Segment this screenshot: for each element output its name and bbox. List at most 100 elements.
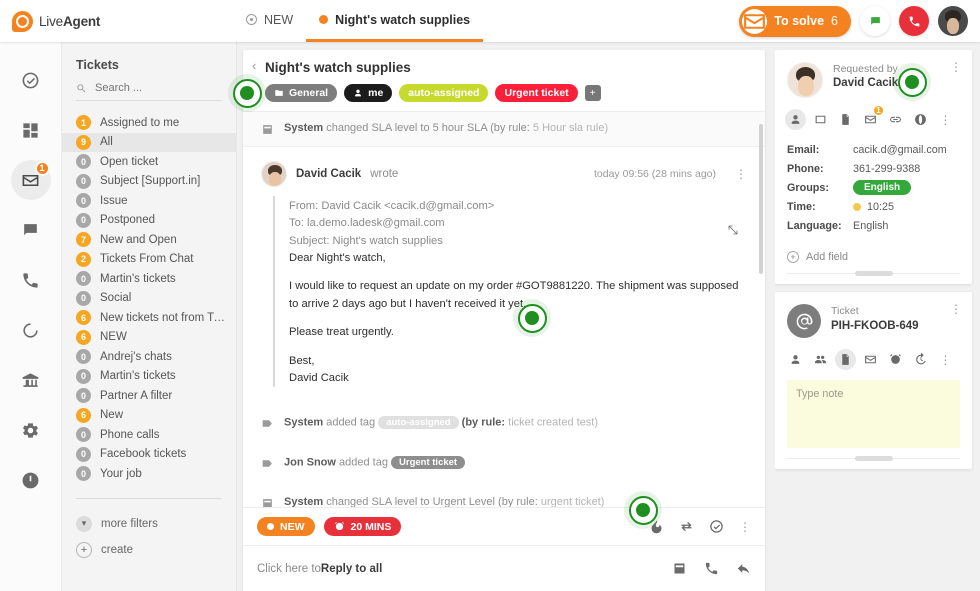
sidebar-item-label: Partner A filter	[100, 389, 173, 402]
more-vertical-icon[interactable]: ⋮	[739, 521, 751, 533]
status-badge[interactable]: NEW	[257, 517, 315, 536]
sidebar-item-open-ticket[interactable]: 0 Open ticket	[62, 152, 236, 172]
sidebar-item-label: Open ticket	[100, 155, 159, 168]
rail-item-check-circle[interactable]	[11, 60, 51, 100]
at-sign-icon	[787, 304, 821, 338]
rail-item-settings[interactable]	[11, 410, 51, 450]
sidebar-item-new-tickets-not-from-twitter[interactable]: 6 New tickets not from Twi...	[62, 308, 236, 328]
rail-item-tickets[interactable]: 1	[10, 160, 51, 200]
note-input[interactable]: Type note	[787, 380, 960, 448]
contact-mail-tab[interactable]: 1	[860, 105, 884, 130]
create-filter-button[interactable]: + create	[62, 537, 236, 563]
sidebar-item-all[interactable]: 9 All	[62, 132, 236, 152]
rail-item-calls[interactable]	[11, 260, 51, 300]
contact-globe-tab[interactable]	[910, 109, 931, 130]
tag-urgent-label: Urgent ticket	[504, 87, 569, 99]
message-signature-name: David Cacik	[289, 371, 349, 384]
sidebar-search[interactable]	[76, 82, 222, 101]
ticket-history-tab[interactable]	[910, 349, 931, 370]
sidebar-item-martins-tickets-1[interactable]: 0 Martin's tickets	[62, 269, 236, 289]
contact-window-tab[interactable]	[810, 109, 831, 130]
contact-files-tab[interactable]	[835, 109, 856, 130]
search-input[interactable]	[95, 82, 222, 94]
app-logo[interactable]: LiveAgent	[0, 10, 215, 32]
sidebar-item-new[interactable]: 6 New	[62, 406, 236, 426]
event-text: added tag	[326, 416, 376, 429]
rail-item-dashboard[interactable]	[11, 110, 51, 150]
sidebar-item-phone-calls[interactable]: 0 Phone calls	[62, 425, 236, 445]
count-badge: 0	[76, 368, 91, 384]
add-field-button[interactable]: + Add field	[787, 251, 960, 263]
tag-assignee-me[interactable]: me	[344, 84, 393, 102]
phone-icon	[23, 272, 38, 288]
tag-icon	[262, 460, 272, 467]
sidebar-item-martins-tickets-2[interactable]: 0 Martin's tickets	[62, 367, 236, 387]
note-icon[interactable]	[672, 561, 687, 576]
fire-icon[interactable]	[649, 519, 664, 534]
sidebar-item-social[interactable]: 0 Social	[62, 289, 236, 309]
count-badge: 0	[76, 212, 91, 228]
right-panel: Requested by David Cacik ⋮ 1 ⋮ Email: ca…	[775, 42, 980, 591]
phone-icon[interactable]	[704, 561, 719, 576]
sidebar-item-assigned-to-me[interactable]: 1 Assigned to me	[62, 113, 236, 133]
reply-arrow-icon[interactable]	[736, 561, 751, 576]
sidebar-item-facebook-tickets[interactable]: 0 Facebook tickets	[62, 445, 236, 465]
requested-by-label: Requested by	[833, 63, 898, 75]
more-filters-button[interactable]: ▾ more filters	[62, 511, 236, 537]
tag-general[interactable]: General	[265, 84, 338, 102]
ticket-mail-tab[interactable]	[860, 349, 881, 370]
tag-auto-assigned[interactable]: auto-assigned	[399, 84, 489, 102]
group-badge[interactable]: English	[853, 180, 912, 195]
contact-more-tab[interactable]: ⋮	[935, 109, 956, 130]
sidebar-item-your-job[interactable]: 0 Your job	[62, 464, 236, 484]
message-more-icon[interactable]: ⋮	[725, 168, 747, 180]
to-solve-button[interactable]: To solve 6	[739, 5, 851, 37]
user-avatar[interactable]	[938, 6, 968, 36]
ticket-card-resize-handle[interactable]	[787, 458, 960, 459]
sidebar-item-new-and-open[interactable]: 7 New and Open	[62, 230, 236, 250]
system-event-sla-top: System changed SLA level to 5 hour SLA (…	[243, 112, 765, 147]
resolve-check-icon[interactable]	[709, 519, 724, 534]
tab-nights-watch-supplies[interactable]: Night's watch supplies	[306, 0, 484, 42]
rail-item-power[interactable]	[11, 460, 51, 500]
ticket-alarm-tab[interactable]	[885, 349, 906, 370]
sidebar-item-tickets-from-chat[interactable]: 2 Tickets From Chat	[62, 250, 236, 270]
rail-item-chats[interactable]	[11, 210, 51, 250]
tab-new[interactable]: NEW	[233, 0, 306, 42]
add-tag-button[interactable]: +	[584, 85, 601, 101]
reply-prefix: Click here to	[257, 562, 321, 575]
ticket-more-tab[interactable]: ⋮	[935, 349, 956, 370]
sidebar-item-postponed[interactable]: 0 Postponed	[62, 211, 236, 231]
tag-urgent-ticket[interactable]: Urgent ticket	[495, 84, 578, 102]
contact-link-tab[interactable]	[885, 109, 906, 130]
rail-item-status[interactable]	[11, 310, 51, 350]
sidebar-item-andrejs-chats[interactable]: 0 Andrej's chats	[62, 347, 236, 367]
sidebar-item-issue[interactable]: 0 Issue	[62, 191, 236, 211]
ticket-card: Ticket PIH-FKOOB-649 ⋮ ⋮ Type note	[775, 292, 972, 469]
expand-message-icon[interactable]	[727, 224, 739, 242]
sidebar-item-new-uppercase[interactable]: 6 NEW	[62, 328, 236, 348]
rail-badge-tickets: 1	[34, 161, 50, 176]
sidebar-item-partner-a-filter[interactable]: 0 Partner A filter	[62, 386, 236, 406]
count-badge: 6	[76, 329, 91, 345]
system-event-sla-urgent: System changed SLA level to Urgent Level…	[243, 483, 765, 507]
transfer-icon[interactable]	[679, 519, 694, 534]
ticket-people-tab[interactable]	[810, 349, 831, 370]
ticket-person-tab[interactable]	[785, 349, 806, 370]
card-resize-handle[interactable]	[787, 273, 960, 274]
ticket-card-more-icon[interactable]: ⋮	[950, 302, 962, 316]
rail-item-knowledge-base[interactable]	[11, 360, 51, 400]
reply-bar[interactable]: Click here to Reply to all	[243, 545, 765, 591]
call-button[interactable]	[899, 6, 929, 36]
back-chevron-icon[interactable]: ‹	[252, 59, 256, 72]
field-phone: Phone: 361-299-9388	[787, 159, 960, 178]
chat-button[interactable]	[860, 6, 890, 36]
contact-person-tab[interactable]	[785, 109, 806, 130]
sla-timer-badge[interactable]: 20 MINS	[323, 517, 402, 536]
requester-more-icon[interactable]: ⋮	[950, 60, 962, 74]
sidebar-item-subject-support[interactable]: 0 Subject [Support.in]	[62, 172, 236, 192]
ticket-notes-tab[interactable]	[835, 349, 856, 370]
tag-icon	[262, 420, 272, 427]
requester-header: Requested by David Cacik ⋮	[787, 60, 962, 98]
count-badge: 2	[76, 251, 91, 267]
